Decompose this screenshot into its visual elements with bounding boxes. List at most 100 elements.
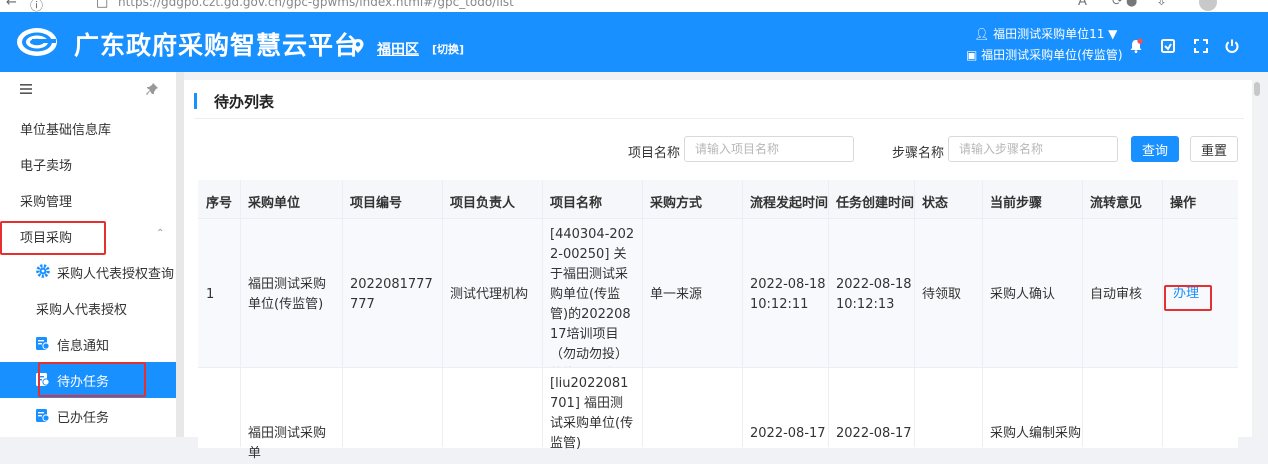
sidebar-item-done[interactable]: 已办任务 (0, 398, 176, 434)
cell-status: 待领取 (922, 287, 962, 302)
column-divider (1162, 180, 1163, 447)
column-divider (442, 180, 443, 447)
region-link[interactable]: 福田区 (377, 39, 419, 59)
highlight-box (38, 362, 146, 397)
switch-region-link[interactable]: [切换] (432, 41, 464, 57)
page-title: 待办列表 (214, 93, 275, 111)
highlight-box (0, 221, 106, 255)
column-divider (342, 180, 343, 447)
sidebar: 单位基础信息库 电子卖场 采购管理 项目采购 ⌃ 采购人代表授权查询 采购人代表… (0, 72, 176, 437)
user-icon: 👤︎ (974, 27, 990, 41)
sidebar-item-authorization[interactable]: 采购人代表授权 (0, 290, 176, 326)
top-header: 广东政府采购智慧云平台 福田区 [切换] 👤︎ 福田测试采购单位11 ▼ ▣ 福… (0, 12, 1268, 72)
platform-title: 广东政府采购智慧云平台 (74, 31, 361, 60)
sync-icon[interactable]: ⟳ (1112, 0, 1123, 9)
column-header: 采购单位 (248, 196, 301, 211)
message-icon[interactable] (1160, 38, 1176, 54)
cell-project-no: 2022081777777 (350, 277, 433, 312)
sidebar-item-purchase-mgmt[interactable]: 采购管理 (0, 182, 176, 218)
user-name: 福田测试采购单位11 (993, 27, 1105, 41)
back-icon[interactable]: ← (6, 0, 17, 10)
pin-icon[interactable] (146, 83, 158, 96)
column-header: 状态 (922, 196, 949, 211)
caret-down-icon: ▼ (1108, 27, 1118, 41)
column-header: 采购方式 (650, 196, 703, 211)
building-icon: ▣ (966, 48, 978, 62)
zoom-icon[interactable]: A (1078, 0, 1087, 9)
sidebar-item-label: 采购人代表授权查询 (57, 267, 175, 282)
column-divider (542, 180, 543, 447)
column-divider (828, 180, 829, 447)
location-icon (352, 39, 364, 53)
menu-toggle-icon[interactable] (20, 84, 32, 94)
column-divider (1082, 180, 1083, 447)
fullscreen-icon[interactable] (1193, 38, 1209, 54)
org-name: 福田测试采购单位(传监管) (981, 48, 1123, 62)
cell-task-time: 2022-08-17 (836, 426, 912, 441)
done-task-icon (36, 409, 50, 422)
gear-icon (36, 264, 50, 278)
star-icon[interactable]: ⇩ (1156, 0, 1167, 9)
cell-flow-time: 2022-08-17 (750, 426, 826, 441)
user-menu[interactable]: 👤︎ 福田测试采购单位11 ▼ (974, 25, 1117, 42)
column-divider (982, 180, 983, 447)
scrollbar-thumb[interactable] (1254, 82, 1260, 96)
divider (194, 118, 1244, 119)
todo-panel: 待办列表 项目名称 步骤名称 查询 重置 序号 采购单位 项目编号 项目负责人 … (184, 80, 1252, 461)
project-name-input[interactable] (684, 136, 854, 162)
column-header: 当前步骤 (990, 196, 1043, 211)
cell-task-time: 2022-08-18 10:12:13 (836, 277, 912, 312)
sidebar-item-label: 采购人代表授权 (36, 303, 128, 318)
column-header: 任务创建时间 (836, 196, 915, 211)
cell-method: 单一来源 (650, 287, 703, 302)
column-header: 项目编号 (350, 196, 403, 211)
sidebar-item-label: 电子卖场 (20, 159, 73, 174)
highlight-box (1164, 285, 1212, 311)
column-header: 流转意见 (1090, 196, 1143, 211)
sidebar-item-notice[interactable]: 信息通知 (0, 326, 176, 362)
sidebar-item-label: 已办任务 (57, 411, 110, 426)
project-name-label: 项目名称 (628, 146, 681, 161)
reset-button[interactable]: 重置 (1190, 136, 1238, 162)
cell-step: 采购人编制采购 (990, 426, 1082, 441)
cell-step: 采购人确认 (990, 287, 1056, 302)
sidebar-divider (176, 72, 184, 437)
column-header: 项目负责人 (450, 196, 516, 211)
lock-icon[interactable]: ● (1126, 0, 1137, 9)
step-name-label: 步骤名称 (892, 146, 945, 161)
column-header: 项目名称 (550, 196, 603, 211)
cell-owner: 测试代理机构 (450, 287, 529, 302)
column-divider (914, 180, 915, 447)
title-accent (194, 93, 197, 109)
cell-index: 1 (206, 287, 215, 302)
column-header: 序号 (206, 196, 233, 211)
sidebar-item-authorization-query[interactable]: 采购人代表授权查询 (0, 254, 176, 290)
vertical-scrollbar[interactable] (1254, 80, 1260, 437)
sidebar-item-emall[interactable]: 电子卖场 (0, 146, 176, 182)
notice-icon (36, 337, 50, 350)
sidebar-toolbar (0, 72, 176, 108)
cell-unit: 福田测试采购单位(传监管) (248, 277, 327, 312)
column-header: 操作 (1170, 196, 1197, 211)
bell-icon[interactable] (1128, 38, 1144, 54)
sidebar-item-label: 信息通知 (57, 339, 110, 354)
org-info: ▣ 福田测试采购单位(传监管) (966, 46, 1123, 63)
column-header: 流程发起时间 (750, 196, 829, 211)
browser-profile-avatar[interactable] (1199, 0, 1217, 11)
cell-unit: 福田测试采购单 (248, 426, 327, 461)
address-bar[interactable]: https://gdgpo.czt.gd.gov.cn/gpc-gpwms/in… (118, 0, 514, 9)
sidebar-item-label: 单位基础信息库 (20, 123, 112, 138)
platform-logo (17, 28, 57, 56)
query-button[interactable]: 查询 (1131, 136, 1179, 162)
sidebar-item-unit-info[interactable]: 单位基础信息库 (0, 110, 176, 146)
chevron-up-icon: ⌃ (156, 228, 165, 239)
sidebar-item-label: 采购管理 (20, 195, 73, 210)
cell-opinion: 自动审核 (1090, 287, 1143, 302)
step-name-input[interactable] (948, 136, 1118, 162)
tab-icon: □ (96, 0, 109, 10)
column-divider (742, 180, 743, 447)
power-icon[interactable] (1224, 38, 1240, 54)
cell-project-name: [liu2022081701] 福田测试采购单位(传监管) (550, 376, 634, 451)
cell-flow-time: 2022-08-18 10:12:11 (750, 277, 826, 312)
column-divider (642, 180, 643, 447)
